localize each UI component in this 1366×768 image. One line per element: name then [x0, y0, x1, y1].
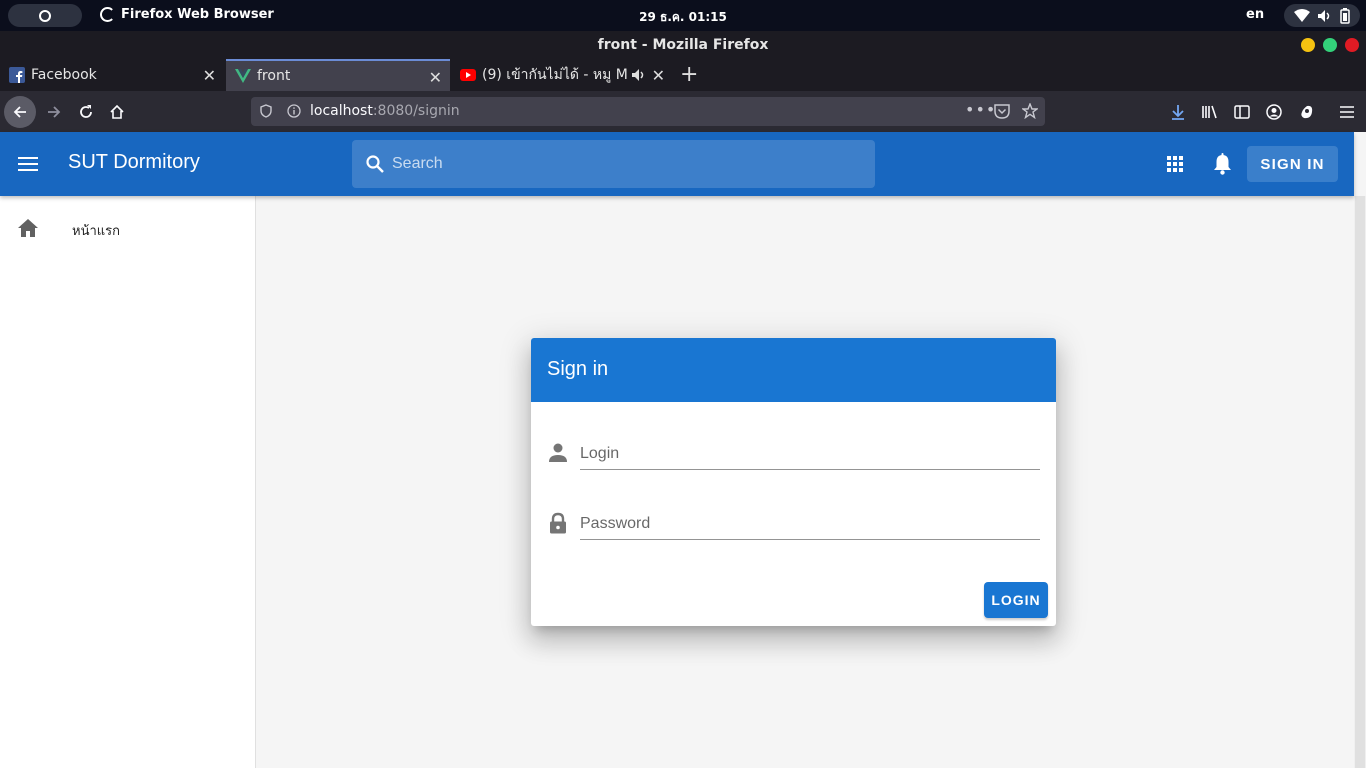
search-placeholder: Search: [392, 155, 443, 172]
drawer-item-home[interactable]: หน้าแรก: [0, 204, 255, 252]
sidebar-icon: [1234, 104, 1250, 119]
downloads-button[interactable]: [1166, 91, 1190, 132]
tab-youtube[interactable]: (9) เข้ากันไม่ได้ - หมู M ✕: [451, 59, 673, 91]
home-button[interactable]: [103, 91, 131, 132]
new-tab-button[interactable]: +: [680, 62, 698, 87]
notifications-bell-icon[interactable]: [1213, 153, 1232, 175]
keyboard-language[interactable]: en: [1246, 7, 1264, 22]
navigation-toolbar: localhost:8080/signin •••: [0, 91, 1366, 132]
lock-icon: [550, 512, 566, 534]
back-button[interactable]: [3, 91, 37, 132]
signin-card: Sign in LOGIN: [531, 338, 1056, 626]
download-icon: [1172, 104, 1184, 120]
home-icon: [110, 104, 124, 119]
home-icon: [18, 219, 38, 237]
account-icon: [1266, 103, 1282, 120]
forward-button[interactable]: [40, 91, 68, 132]
account-button[interactable]: [1262, 91, 1286, 132]
arrow-left-icon: [13, 105, 26, 118]
tab-label: (9) เข้ากันไม่ได้ - หมู M: [482, 67, 628, 83]
url-path: :8080/signin: [372, 103, 460, 119]
vue-icon: [235, 69, 251, 83]
navigation-drawer: หน้าแรก: [0, 196, 256, 768]
signin-card-title: Sign in: [547, 358, 609, 380]
sidebar-button[interactable]: [1230, 91, 1254, 132]
tab-facebook[interactable]: Facebook ✕: [0, 59, 224, 91]
url-text: localhost:8080/signin: [310, 103, 460, 119]
hamburger-menu-icon: [1340, 105, 1354, 118]
maximize-button[interactable]: [1323, 38, 1337, 52]
apps-grid-icon[interactable]: [1167, 156, 1183, 172]
gnome-extension-icon: [1301, 105, 1313, 118]
close-tab-icon[interactable]: ✕: [429, 68, 442, 87]
extension-button[interactable]: [1294, 91, 1318, 132]
shield-icon: [260, 104, 272, 118]
page-scrollbar[interactable]: [1354, 196, 1366, 768]
password-input[interactable]: [580, 504, 1040, 540]
library-button[interactable]: [1198, 91, 1222, 132]
arrow-right-icon: [48, 105, 61, 118]
login-button[interactable]: LOGIN: [984, 582, 1048, 618]
window-title: front - Mozilla Firefox: [0, 31, 1366, 59]
minimize-button[interactable]: [1301, 38, 1315, 52]
tab-label: front: [257, 68, 291, 84]
drawer-item-label: หน้าแรก: [72, 224, 120, 239]
search-icon: [366, 155, 384, 173]
app-title: SUT Dormitory: [68, 151, 200, 173]
bookmark-star-icon[interactable]: [1022, 103, 1038, 119]
tab-label: Facebook: [31, 67, 97, 83]
wifi-icon: [1293, 8, 1310, 22]
close-window-button[interactable]: [1345, 38, 1359, 52]
toolbar-sign-in-button[interactable]: SIGN IN: [1247, 146, 1338, 182]
volume-icon: [1317, 9, 1330, 22]
library-icon: [1202, 105, 1217, 118]
login-input[interactable]: [580, 434, 1040, 470]
system-tray[interactable]: [1284, 4, 1360, 27]
youtube-icon: [460, 69, 476, 81]
pocket-icon[interactable]: [994, 104, 1010, 119]
close-tab-icon[interactable]: ✕: [652, 66, 665, 85]
app-toolbar: SUT Dormitory Search SIGN IN: [0, 132, 1354, 196]
close-tab-icon[interactable]: ✕: [203, 66, 216, 85]
reload-button[interactable]: [72, 91, 100, 132]
person-icon: [549, 443, 567, 462]
tab-audio-icon[interactable]: [631, 68, 645, 82]
url-host: localhost: [310, 103, 373, 119]
search-field[interactable]: Search: [352, 140, 875, 188]
tab-front[interactable]: front ✕: [226, 59, 450, 91]
login-field: [547, 434, 1040, 474]
url-bar[interactable]: localhost:8080/signin •••: [251, 97, 1045, 126]
os-clock[interactable]: 29 ธ.ค. 01:15: [0, 8, 1366, 27]
os-top-bar: Firefox Web Browser 29 ธ.ค. 01:15 en: [0, 0, 1366, 31]
battery-icon: [1340, 7, 1351, 24]
info-icon: [287, 104, 301, 118]
facebook-icon: [9, 67, 25, 83]
password-field: [547, 504, 1040, 544]
reload-icon: [80, 104, 92, 118]
nav-menu-icon[interactable]: [18, 157, 38, 171]
app-menu-button[interactable]: [1335, 91, 1359, 132]
page-actions-icon[interactable]: •••: [965, 100, 996, 119]
signin-card-header: Sign in: [531, 338, 1056, 402]
